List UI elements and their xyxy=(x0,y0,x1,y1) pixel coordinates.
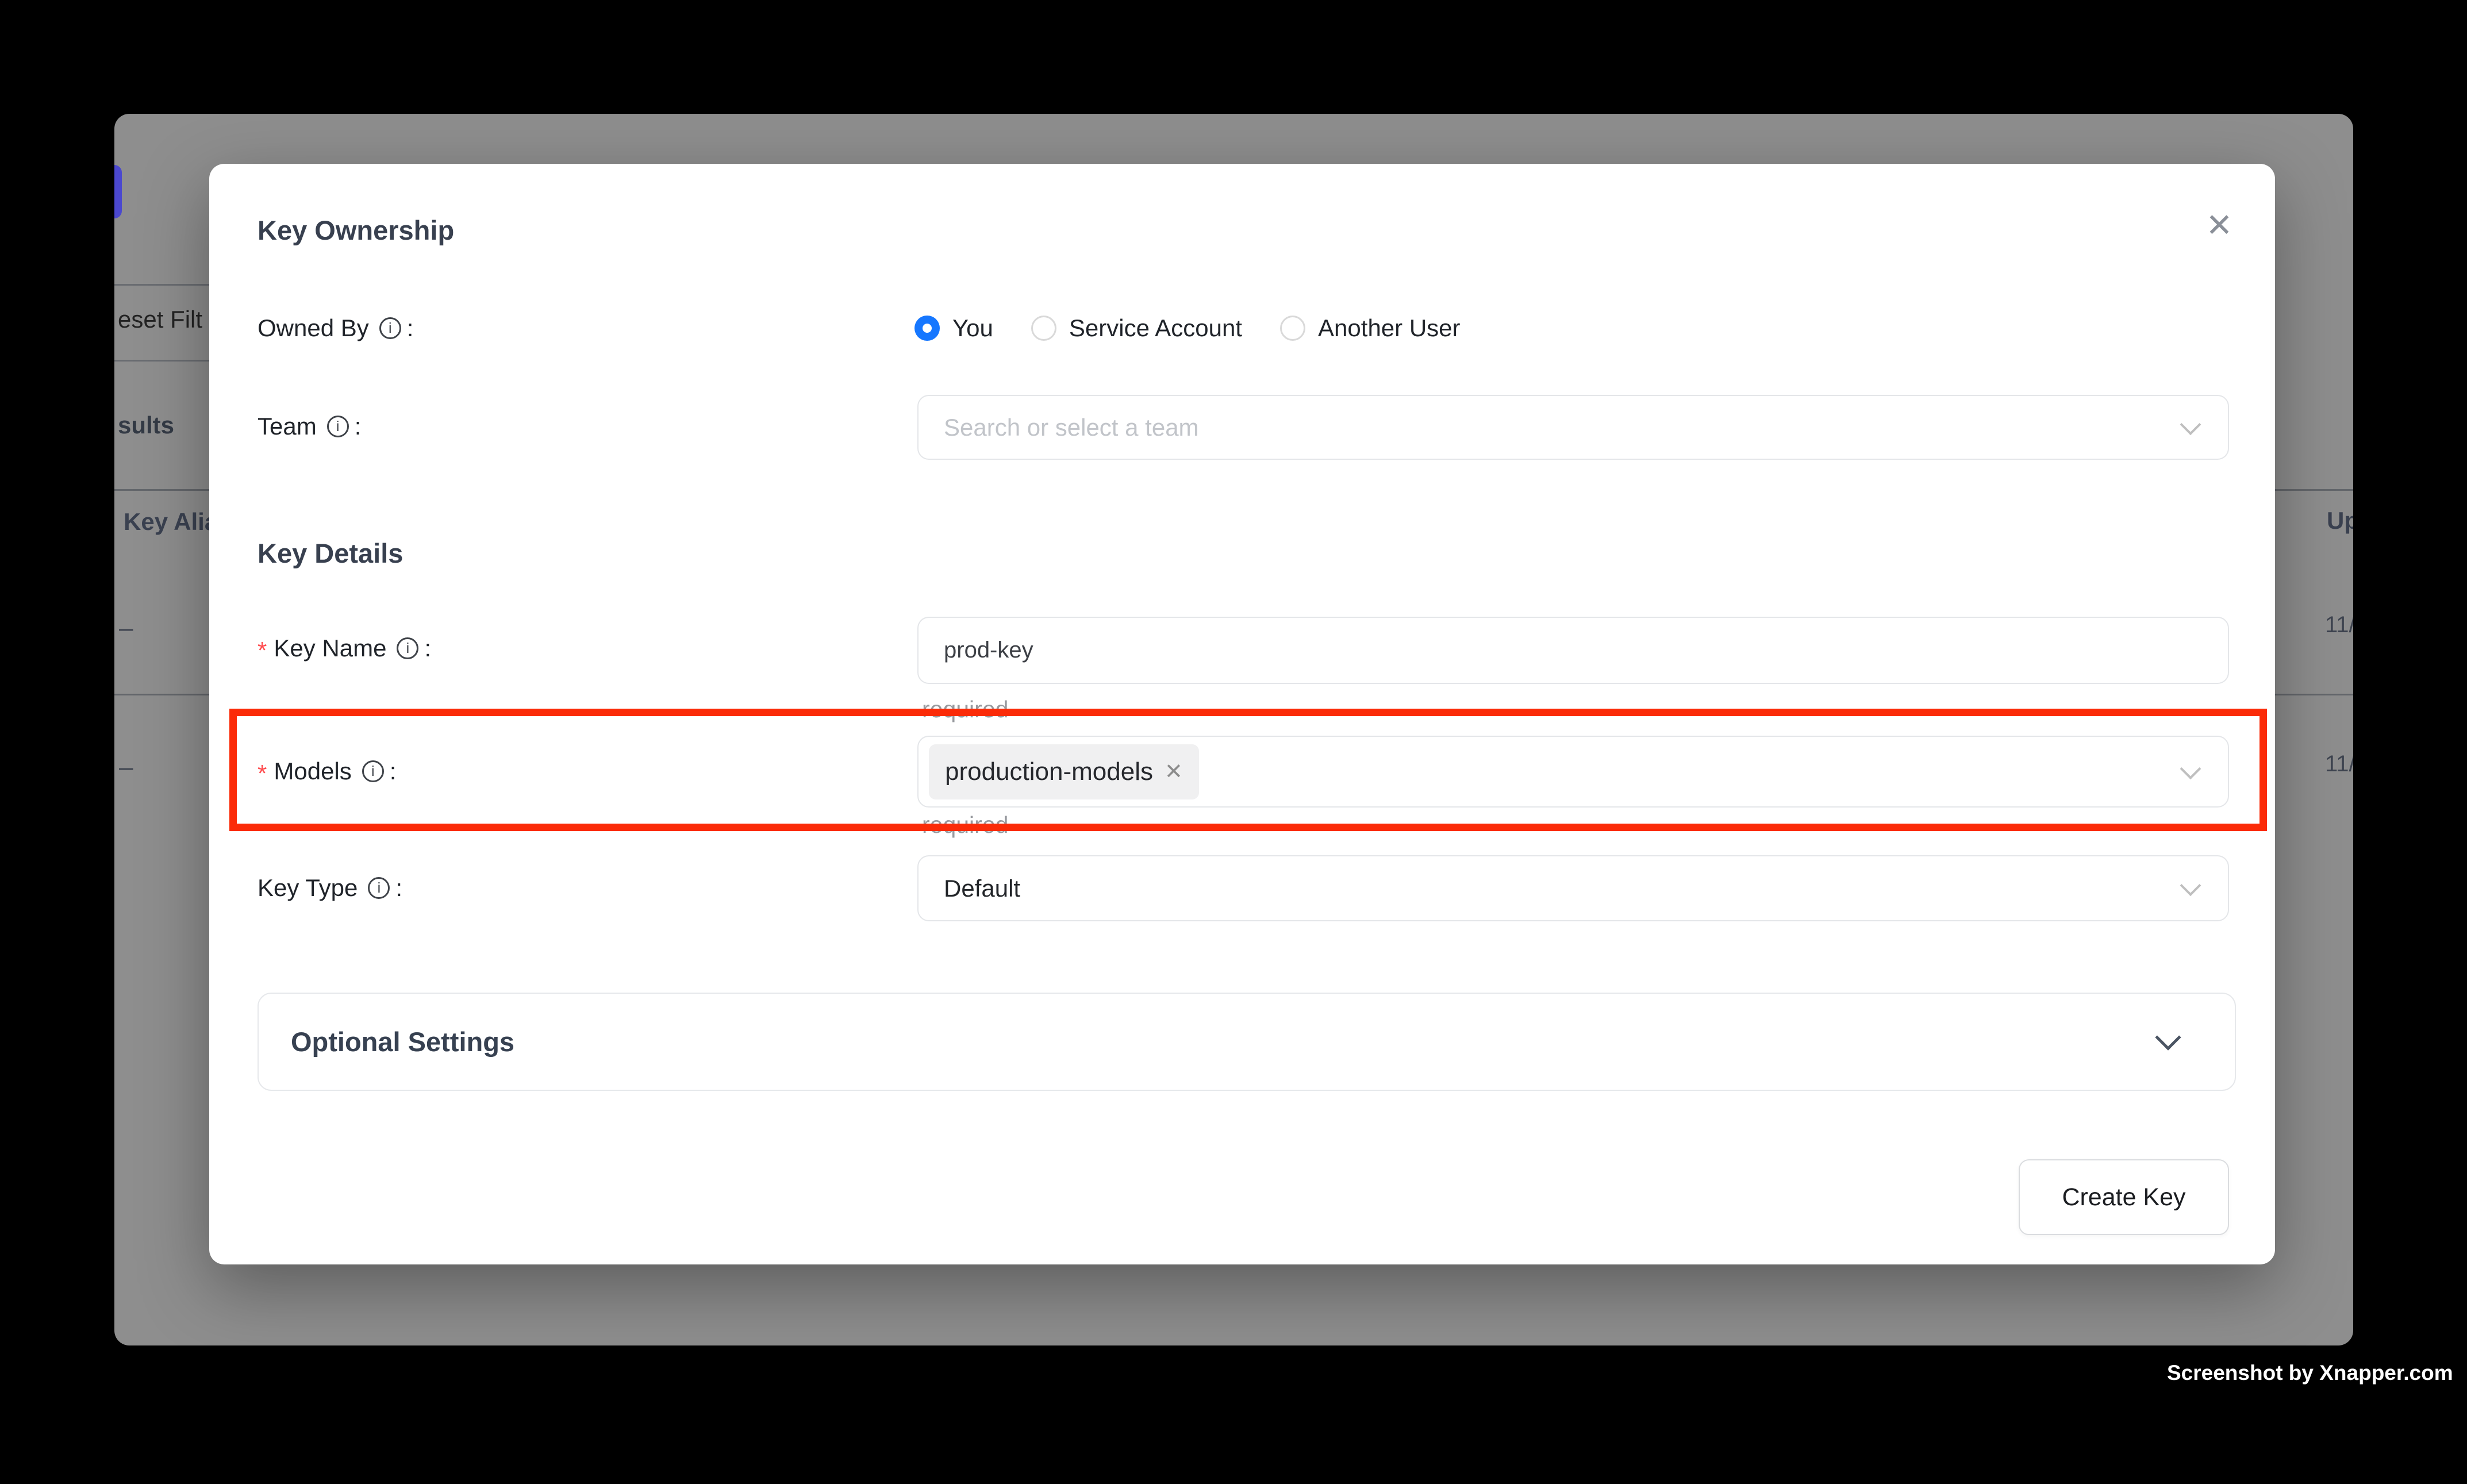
key-name-label: *Key Namei: xyxy=(258,630,431,667)
info-icon: i xyxy=(379,317,401,339)
create-key-button[interactable]: Create Key xyxy=(2019,1159,2229,1235)
team-select-placeholder: Search or select a team xyxy=(919,414,1199,441)
radio-circle xyxy=(1280,316,1305,341)
chevron-down-icon xyxy=(2180,758,2201,779)
column-header-key-alias-partial: Key Alia xyxy=(124,508,218,536)
models-multiselect[interactable]: production-models ✕ xyxy=(917,736,2229,808)
info-icon: i xyxy=(397,637,418,659)
models-required-hint: required xyxy=(922,812,1008,839)
models-label: *Modelsi: xyxy=(258,753,396,790)
key-type-select[interactable]: Default xyxy=(917,855,2229,921)
chevron-down-icon xyxy=(2155,1024,2181,1050)
key-name-value: prod-key xyxy=(919,637,1033,663)
optional-settings-toggle[interactable]: Optional Settings xyxy=(258,993,2236,1091)
table-row-alias-cell: – xyxy=(119,753,133,782)
toolbar-divider-bottom xyxy=(114,360,209,362)
radio-you[interactable]: You xyxy=(914,314,993,342)
radio-circle xyxy=(1031,316,1056,341)
key-name-input[interactable]: prod-key xyxy=(917,617,2229,684)
screenshot-canvas: eset Filt sults Key Alia Up – 11/ – 11/ … xyxy=(0,0,2467,1484)
owned-by-label: Owned Byi: xyxy=(258,310,413,347)
table-row-alias-cell: – xyxy=(119,614,133,643)
tag-remove-icon[interactable]: ✕ xyxy=(1165,759,1183,785)
key-type-label: Key Typei: xyxy=(258,870,402,906)
info-icon: i xyxy=(362,760,384,782)
background-accent-button-fragment xyxy=(114,165,122,218)
info-icon: i xyxy=(327,416,349,437)
column-header-updated-partial: Up xyxy=(2327,507,2353,535)
key-type-value: Default xyxy=(919,875,1020,902)
owned-by-radio-group: You Service Account Another User xyxy=(914,310,1461,347)
optional-settings-label: Optional Settings xyxy=(291,1026,514,1058)
selected-model-tag: production-models ✕ xyxy=(929,744,1199,799)
key-name-required-hint: required xyxy=(922,696,1008,723)
required-asterisk: * xyxy=(258,637,267,664)
radio-another-user[interactable]: Another User xyxy=(1280,314,1460,342)
key-ownership-section-title: Key Ownership xyxy=(258,214,454,246)
watermark-text: Screenshot by Xnapper.com xyxy=(2167,1361,2357,1385)
team-label: Teami: xyxy=(258,408,361,445)
selected-model-tag-label: production-models xyxy=(945,758,1153,786)
create-key-modal: ✕ Key Ownership Owned Byi: You Service A… xyxy=(209,164,2275,1264)
radio-circle xyxy=(914,316,940,341)
close-icon[interactable]: ✕ xyxy=(2193,199,2245,251)
table-row-updated-cell: 11/ xyxy=(2325,612,2353,638)
key-details-section-title: Key Details xyxy=(258,537,403,569)
table-row-updated-cell: 11/ xyxy=(2325,751,2353,777)
radio-service-account[interactable]: Service Account xyxy=(1031,314,1242,342)
required-asterisk: * xyxy=(258,760,267,787)
toolbar-divider-top xyxy=(114,284,209,286)
reset-filters-button-partial: eset Filt xyxy=(118,306,202,333)
info-icon: i xyxy=(368,877,390,899)
chevron-down-icon xyxy=(2180,875,2201,896)
chevron-down-icon xyxy=(2180,414,2201,435)
results-count-partial: sults xyxy=(118,412,174,439)
team-select[interactable]: Search or select a team xyxy=(917,395,2229,460)
